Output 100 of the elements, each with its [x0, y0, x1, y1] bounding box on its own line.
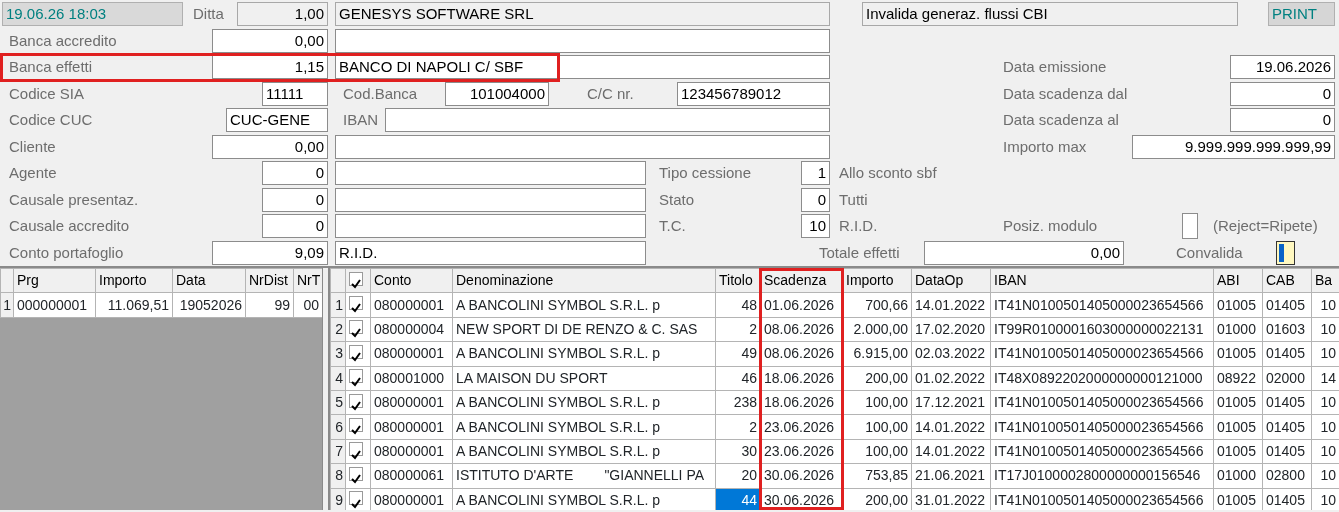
input-field[interactable]: 10 — [801, 214, 830, 239]
input-field[interactable]: 123456789012 — [677, 81, 830, 106]
input-field[interactable]: 0,00 — [212, 134, 328, 159]
field-label: Convalida — [1175, 242, 1244, 263]
field-label: Cod.Banca — [342, 83, 419, 104]
column-header[interactable]: NrT — [293, 268, 322, 293]
table-cell: 080000001 — [370, 439, 453, 464]
column-header[interactable]: Data — [172, 268, 246, 293]
table-cell: A BANCOLINI SYMBOL S.R.L. p — [452, 292, 716, 318]
column-header[interactable]: Denominazione — [452, 268, 716, 293]
table-cell: 17.02.2020 — [911, 317, 991, 342]
checkbox[interactable] — [349, 393, 363, 408]
input-field[interactable] — [385, 108, 830, 133]
field-label: C/C nr. — [586, 83, 635, 104]
field-label: Totale effetti — [818, 242, 901, 263]
header-corner — [0, 268, 14, 293]
row-number: 2 — [330, 317, 346, 342]
table-cell: IT41N0100501405000023654566 — [990, 439, 1214, 464]
input-field[interactable] — [335, 214, 646, 239]
input-field[interactable] — [335, 187, 646, 212]
field-label: Stato — [658, 189, 696, 210]
column-header[interactable]: Ba — [1311, 268, 1339, 293]
field-label: Codice SIA — [8, 83, 86, 104]
input-field[interactable] — [335, 28, 830, 53]
splitter-bar[interactable] — [322, 268, 330, 510]
column-header[interactable]: Prg — [13, 268, 96, 293]
table-cell: 100,00 — [842, 414, 912, 440]
table-cell: 99 — [245, 292, 294, 318]
table-cell: IT41N0100501405000023654566 — [990, 414, 1214, 440]
table-cell: 01405 — [1262, 439, 1312, 464]
column-header[interactable]: NrDist — [245, 268, 294, 293]
input-field[interactable]: 19.06.2026 — [1230, 55, 1335, 80]
field-label: Data scadenza dal — [1002, 83, 1129, 104]
table-cell: 080000001 — [370, 341, 453, 367]
table-cell: A BANCOLINI SYMBOL S.R.L. p — [452, 341, 716, 367]
column-header[interactable]: Conto — [370, 268, 453, 293]
input-field[interactable]: 9,09 — [212, 240, 328, 265]
field-label: T.C. — [658, 216, 687, 236]
checkbox[interactable] — [349, 369, 363, 384]
input-field[interactable]: 0 — [801, 187, 830, 212]
input-field[interactable] — [335, 161, 646, 186]
table-cell: 01405 — [1262, 414, 1312, 440]
column-header[interactable]: Titolo — [715, 268, 761, 293]
table-cell: NEW SPORT DI DE RENZO & C. SAS — [452, 317, 716, 342]
input-field[interactable] — [335, 134, 830, 159]
table-cell: IT41N0100501405000023654566 — [990, 390, 1214, 415]
checkbox[interactable] — [349, 442, 363, 457]
input-field[interactable]: 0 — [1230, 108, 1335, 133]
input-field[interactable]: 0,00 — [924, 240, 1124, 265]
checkbox[interactable] — [349, 466, 363, 481]
table-cell: 11.069,51 — [95, 292, 173, 318]
table-cell: 01405 — [1262, 341, 1312, 367]
table-cell: IT17J0100002800000000156546 — [990, 463, 1214, 488]
table-cell: 2.000,00 — [842, 317, 912, 342]
input-field[interactable]: 11111 — [262, 81, 328, 106]
input-field[interactable]: 1 — [801, 161, 830, 186]
checkbox[interactable] — [349, 320, 363, 335]
input-field[interactable]: CUC-GENE — [226, 108, 328, 133]
table-cell: 21.06.2021 — [911, 463, 991, 488]
field-label: Allo sconto sbf — [838, 163, 938, 183]
column-header[interactable]: IBAN — [990, 268, 1214, 293]
table-cell: 14.01.2022 — [911, 414, 991, 440]
field-label: Tutti — [838, 189, 869, 210]
input-field[interactable]: 0 — [262, 187, 328, 212]
checkbox[interactable] — [349, 271, 363, 286]
table-cell: IT41N0100501405000023654566 — [990, 341, 1214, 367]
checkbox[interactable] — [349, 296, 363, 311]
table-cell: ISTITUTO D'ARTE "GIANNELLI PA — [452, 463, 716, 488]
checkbox[interactable] — [349, 491, 363, 506]
column-header[interactable]: CAB — [1262, 268, 1312, 293]
table-cell: A BANCOLINI SYMBOL S.R.L. p — [452, 414, 716, 440]
input-field[interactable]: 0 — [262, 214, 328, 239]
input-field[interactable]: 0 — [1230, 81, 1335, 106]
table-cell: 200,00 — [842, 366, 912, 391]
checkbox[interactable] — [1182, 213, 1198, 240]
field-label: Importo max — [1002, 136, 1088, 157]
field-label: Posiz. modulo — [1002, 216, 1099, 236]
table-cell: A BANCOLINI SYMBOL S.R.L. p — [452, 390, 716, 415]
table-cell: 080001000 — [370, 366, 453, 391]
column-header[interactable]: Importo — [95, 268, 173, 293]
input-field[interactable]: 9.999.999.999.999,99 — [1132, 134, 1335, 159]
toggle-switch[interactable] — [1276, 240, 1295, 265]
input-field[interactable]: R.I.D. — [335, 240, 646, 265]
input-field[interactable]: BANCO DI NAPOLI C/ SBF — [335, 55, 830, 80]
checkbox[interactable] — [349, 418, 363, 433]
input-field[interactable]: 101004000 — [445, 81, 549, 106]
column-header[interactable]: Importo — [842, 268, 912, 293]
column-header[interactable]: ABI — [1213, 268, 1263, 293]
input-field[interactable]: 0 — [262, 161, 328, 186]
table-cell: 01005 — [1213, 341, 1263, 367]
table-cell: 02.03.2022 — [911, 341, 991, 367]
table-cell: 080000061 — [370, 463, 453, 488]
table-cell: 01405 — [1262, 292, 1312, 318]
input-field[interactable]: 0,00 — [212, 28, 328, 53]
column-header[interactable]: DataOp — [911, 268, 991, 293]
field-label: Cliente — [8, 136, 57, 157]
row-number: 9 — [330, 488, 346, 510]
checkbox[interactable] — [349, 344, 363, 359]
input-field[interactable]: 1,15 — [212, 55, 328, 80]
table-cell: 6.915,00 — [842, 341, 912, 367]
